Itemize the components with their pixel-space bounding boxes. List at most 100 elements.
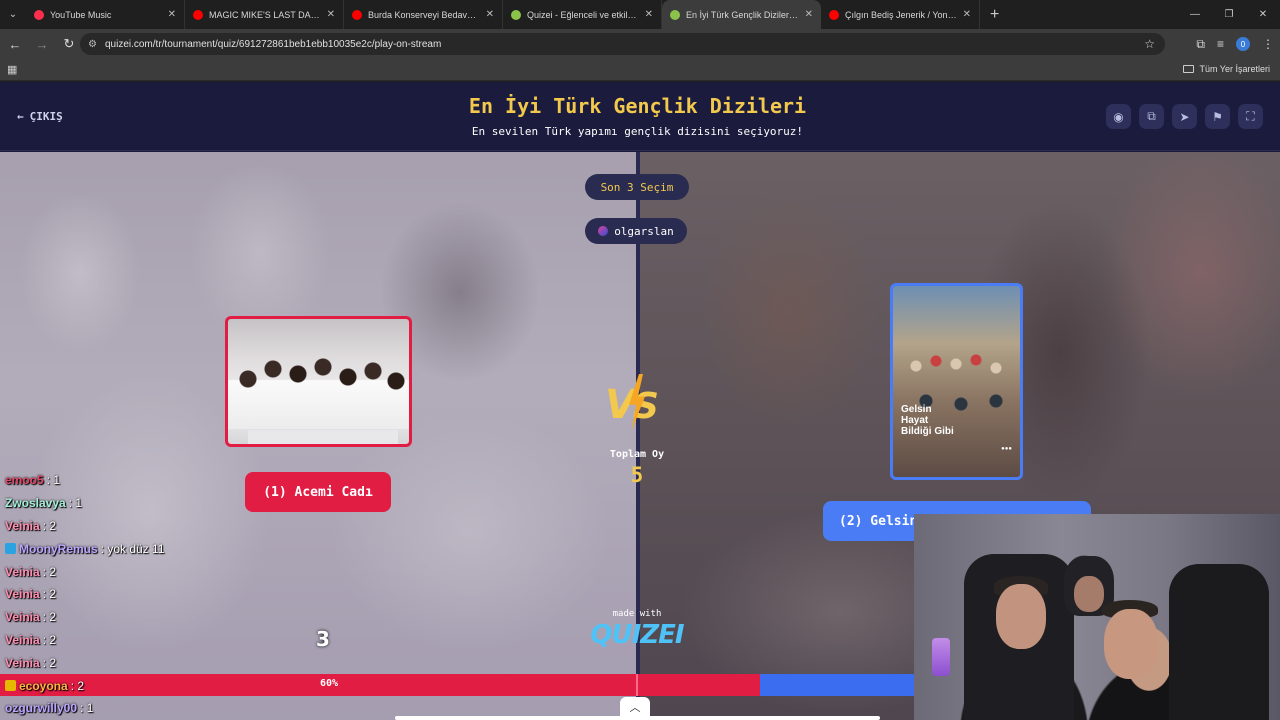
vs-v-letter: V bbox=[605, 382, 636, 428]
new-tab-plus-icon[interactable]: + bbox=[990, 6, 999, 24]
forward-arrow-icon[interactable]: → bbox=[30, 32, 54, 56]
made-with-label: made with bbox=[612, 609, 662, 619]
option-left-button[interactable]: (1) Acemi Cadı bbox=[245, 472, 391, 512]
bookmark-star-icon[interactable]: ☆ bbox=[1144, 37, 1155, 51]
option-left-image[interactable] bbox=[225, 316, 412, 447]
tab-burda-konserveyi[interactable]: Burda Konserveyi Bedava Verm ✕ bbox=[344, 0, 503, 29]
user-avatar bbox=[598, 226, 609, 236]
chat-badge-icon bbox=[5, 543, 16, 555]
countdown-number: 3 bbox=[316, 627, 330, 651]
fullscreen-icon[interactable]: ⛶ bbox=[1238, 104, 1263, 129]
chat-username: ecoyona bbox=[19, 678, 68, 693]
tab-quizei[interactable]: Quizei - Eğlenceli ve etkileşimli ✕ bbox=[503, 0, 662, 29]
quizei-icon bbox=[511, 9, 521, 20]
chat-text: : 2 bbox=[42, 610, 57, 625]
close-icon[interactable]: ✕ bbox=[486, 9, 494, 20]
chat-username: Veinia bbox=[5, 610, 40, 625]
address-bar[interactable]: ⚙ quizei.com/tr/tournament/quiz/69127286… bbox=[80, 33, 1165, 55]
close-icon[interactable]: ✕ bbox=[805, 9, 813, 20]
site-info-icon[interactable]: ⚙ bbox=[88, 39, 97, 50]
chat-text: : 1 bbox=[80, 701, 94, 716]
folder-icon bbox=[1183, 65, 1195, 73]
menu-kebab-icon[interactable]: ⋮ bbox=[1262, 37, 1274, 51]
cast-photo bbox=[228, 339, 409, 429]
gaming-chair bbox=[1169, 564, 1269, 720]
tab-title: En İyi Türk Gençlik Dizileri - Tier bbox=[686, 9, 799, 20]
option-right-image[interactable]: Gelsin Hayat Bildiği Gibi ●●● bbox=[890, 283, 1023, 480]
window-controls: — ❐ ✕ bbox=[1178, 0, 1280, 29]
page-header: ← ÇIKIŞ En İyi Türk Gençlik Dizileri En … bbox=[0, 82, 1280, 151]
copy-icon[interactable]: ⧉ bbox=[1139, 104, 1164, 129]
reload-icon[interactable]: ↻ bbox=[57, 32, 81, 56]
eye-icon[interactable]: ◉ bbox=[1106, 104, 1131, 129]
chat-message: ecoyona: 2 bbox=[0, 674, 240, 697]
close-icon[interactable]: ✕ bbox=[327, 9, 335, 20]
chat-username: Veinia bbox=[5, 632, 40, 647]
username-pill: olgarslan bbox=[585, 218, 687, 244]
chat-message: Zwoslavya: 1 bbox=[0, 492, 240, 515]
tab-strip: ⌄ YouTube Music ✕ MAGIC MIKE'S LAST DANC… bbox=[0, 0, 1280, 29]
chat-message: Veinia: 2 bbox=[0, 560, 240, 583]
youtube-music-icon bbox=[34, 9, 44, 20]
chat-message: Veinia: 2 bbox=[0, 606, 240, 629]
chat-text: : 2 bbox=[70, 678, 85, 693]
person-face bbox=[1104, 609, 1158, 679]
back-arrow-icon[interactable]: ← bbox=[3, 32, 27, 56]
chat-username: emoo5 bbox=[5, 473, 44, 488]
chat-message: Veinia: 2 bbox=[0, 651, 240, 674]
purple-lamp bbox=[932, 638, 950, 676]
bottom-panel-toggle: ︿ bbox=[395, 697, 880, 720]
person-face bbox=[1074, 576, 1104, 612]
close-icon[interactable]: ✕ bbox=[645, 9, 653, 20]
close-icon[interactable]: ✕ bbox=[168, 9, 176, 20]
apps-grid-icon[interactable]: ▦ bbox=[7, 63, 17, 76]
chat-text: : 2 bbox=[42, 632, 57, 647]
minimize-icon[interactable]: — bbox=[1178, 0, 1212, 29]
page-title: En İyi Türk Gençlik Dizileri bbox=[468, 94, 807, 118]
chat-text: : 2 bbox=[42, 518, 57, 533]
tab-search-chevron-icon[interactable]: ⌄ bbox=[0, 0, 26, 29]
header-actions: ◉ ⧉ ➤ ⚑ ⛶ bbox=[1106, 104, 1263, 129]
screen: ⌄ YouTube Music ✕ MAGIC MIKE'S LAST DANC… bbox=[0, 0, 1280, 720]
chat-message: MoonyRemus: yok düz 11 bbox=[0, 537, 240, 560]
channel-logo: ●●● bbox=[1001, 446, 1012, 452]
send-icon[interactable]: ➤ bbox=[1172, 104, 1197, 129]
chat-username: Veinia bbox=[5, 655, 40, 670]
close-icon[interactable]: ✕ bbox=[963, 9, 971, 20]
tab-magic-mike[interactable]: MAGIC MIKE'S LAST DANCE - E ✕ bbox=[185, 0, 344, 29]
flag-icon[interactable]: ⚑ bbox=[1205, 104, 1230, 129]
chat-username: Veinia bbox=[5, 587, 40, 602]
tab-title: Çılgın Bediş Jenerik / Yonca Evc bbox=[845, 9, 957, 20]
chat-text: : 1 bbox=[46, 473, 61, 488]
chat-message: ozgurwilly00: 1 bbox=[0, 697, 240, 720]
chat-message: Veinia: 2 bbox=[0, 583, 240, 606]
chat-text: : 2 bbox=[42, 564, 57, 579]
chat-text: : yok düz 11 bbox=[100, 541, 165, 556]
tab-title: MAGIC MIKE'S LAST DANCE - E bbox=[209, 9, 321, 20]
youtube-icon bbox=[352, 9, 362, 20]
chat-message: Veinia: 2 bbox=[0, 515, 240, 538]
tab-youtube-music[interactable]: YouTube Music ✕ bbox=[26, 0, 185, 29]
chevron-up-icon[interactable]: ︿ bbox=[620, 697, 650, 717]
extensions-icon[interactable]: ⧉ bbox=[1196, 37, 1205, 52]
tab-en-iyi-turk-genclik[interactable]: En İyi Türk Gençlik Dizileri - Tier ✕ bbox=[662, 0, 821, 29]
window-close-icon[interactable]: ✕ bbox=[1246, 0, 1280, 29]
media-playlist-icon[interactable]: ≡ bbox=[1217, 37, 1224, 51]
last-picks-button[interactable]: Son 3 Seçim bbox=[585, 174, 689, 200]
quizei-icon bbox=[670, 9, 680, 20]
cast-photo-table bbox=[248, 430, 398, 444]
chat-message: emoo5: 1 bbox=[0, 469, 240, 492]
poster-title: Gelsin Hayat Bildiği Gibi bbox=[901, 404, 954, 437]
tab-cilgin-bedis[interactable]: Çılgın Bediş Jenerik / Yonca Evc ✕ bbox=[821, 0, 980, 29]
person-face bbox=[996, 584, 1046, 649]
chat-badge-icon bbox=[5, 680, 16, 692]
tab-title: YouTube Music bbox=[50, 9, 112, 20]
tab-title: Quizei - Eğlenceli ve etkileşimli bbox=[527, 9, 639, 20]
restore-icon[interactable]: ❐ bbox=[1212, 0, 1246, 29]
chat-message: Veinia: 2 bbox=[0, 629, 240, 652]
webcam-overlay bbox=[914, 514, 1280, 720]
profile-avatar[interactable]: 0 bbox=[1236, 37, 1250, 51]
chat-text: : 2 bbox=[42, 655, 57, 670]
all-bookmarks[interactable]: Tüm Yer İşaretleri bbox=[1183, 64, 1270, 74]
total-votes-value: 5 bbox=[630, 463, 644, 487]
